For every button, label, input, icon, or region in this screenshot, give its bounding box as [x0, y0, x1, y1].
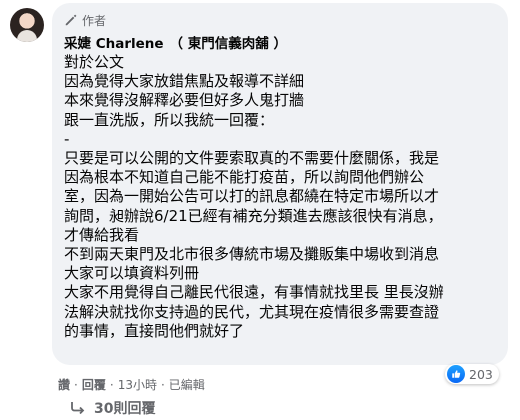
- comment-body: 對於公文 因為覺得大家放錯焦點及報導不詳細 本來覺得沒解釋必要但好多人鬼打牆 跟…: [64, 53, 496, 341]
- comment-actions: 讚 · 回覆 · 13小時 · 已編輯: [58, 376, 205, 393]
- author-page-name[interactable]: （ 東門信義肉舖 ）: [170, 36, 287, 52]
- comment-line: 大家可以填資料列冊: [64, 264, 200, 283]
- comment-line: 室，因為一開始公告可以打的訊息都繞在特定市場所以才: [64, 187, 440, 206]
- view-replies-label[interactable]: 30則回覆: [94, 398, 155, 418]
- comment-line: 因為根本不知道自己能不能打疫苗，所以詢問他們辦公: [64, 168, 425, 187]
- separator-dot: ·: [74, 377, 78, 392]
- comment-line: 的事情，直接問他們就好了: [64, 321, 245, 340]
- comment-line: 只要是可以公開的文件要索取真的不需要什麼關係，我是: [64, 149, 440, 168]
- avatar[interactable]: [10, 8, 44, 42]
- comment-thread: 作者 采婕 Charlene （ 東門信義肉舖 ） 對於公文 因為覺得大家放錯焦點…: [0, 0, 520, 420]
- comment-line: 法解決就找你支持過的民代，尤其現在疫情很多需要查證: [64, 302, 440, 321]
- comment-line: 跟一直洗版，所以我統一回覆：: [64, 110, 275, 129]
- author-badge: 作者: [64, 11, 496, 29]
- comment-line: 才傳給我看: [64, 225, 140, 244]
- like-button[interactable]: 讚: [58, 376, 70, 393]
- comment-line: 大家不用覺得自己離民代很遠，有事情就找里長 里長沒辦: [64, 283, 444, 302]
- comment-author[interactable]: 采婕 Charlene （ 東門信義肉舖 ）: [64, 35, 496, 53]
- comment-line: -: [64, 129, 70, 148]
- reaction-summary[interactable]: 203: [445, 364, 499, 384]
- reply-button[interactable]: 回覆: [82, 376, 106, 393]
- edited-label[interactable]: 已編輯: [169, 376, 205, 393]
- comment-line: 詢問，昶辦說6/21已經有補充分類進去應該很快有消息，: [64, 206, 443, 225]
- reply-arrow-icon: [70, 401, 86, 415]
- pen-icon: [64, 13, 78, 27]
- comment-timestamp[interactable]: 13小時: [118, 376, 157, 393]
- view-replies-link[interactable]: 30則回覆: [70, 398, 155, 418]
- separator-dot: ·: [160, 377, 165, 392]
- comment-bubble: 作者 采婕 Charlene （ 東門信義肉舖 ） 對於公文 因為覺得大家放錯焦點…: [52, 3, 508, 365]
- author-name[interactable]: 采婕 Charlene: [64, 36, 164, 52]
- comment-line: 因為覺得大家放錯焦點及報導不詳細: [64, 72, 305, 91]
- reaction-count: 203: [469, 366, 493, 382]
- comment-line: 不到兩天東門及北市很多傳統市場及攤販集中場收到消息: [64, 245, 440, 264]
- separator-dot: ·: [109, 377, 114, 392]
- author-badge-label: 作者: [82, 13, 107, 28]
- comment-line: 對於公文: [64, 53, 125, 71]
- thumbs-up-icon: [447, 365, 465, 383]
- comment-line: 本來覺得沒解釋必要但好多人鬼打牆: [64, 91, 305, 110]
